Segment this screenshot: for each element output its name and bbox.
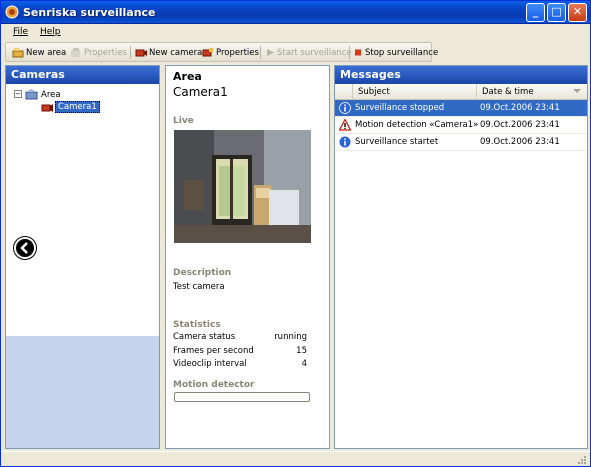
cameras-header: Cameras: [6, 66, 159, 84]
start-surveillance-label: Start surveillance: [277, 47, 352, 58]
status-bar: [1, 451, 590, 466]
back-arrow-icon[interactable]: [14, 237, 36, 259]
details-area-label: Area: [173, 70, 202, 83]
title-bar[interactable]: Senriska surveillance _ □ ✕: [1, 1, 590, 24]
message-row[interactable]: Surveillance startet 09.Oct.2006 23:41: [335, 134, 587, 151]
tree-item-camera1[interactable]: Camera1: [55, 101, 100, 113]
column-header-date[interactable]: Date & time: [476, 84, 587, 100]
camera-properties-label: Properties: [216, 47, 259, 58]
app-icon: [5, 5, 19, 19]
statistics-label: Statistics: [173, 320, 221, 330]
description-label: Description: [173, 268, 232, 278]
tree-collapse-toggle[interactable]: −: [14, 90, 22, 98]
info-icon: [339, 102, 351, 114]
stop-surveillance-button[interactable]: Stop surveillance: [353, 45, 438, 60]
new-area-icon: [12, 48, 24, 58]
main-window: Senriska surveillance _ □ ✕ File Help Ne…: [0, 0, 591, 467]
new-area-button[interactable]: New area: [12, 45, 66, 60]
column-header-date-label: Date & time: [482, 87, 534, 97]
description-value: Test camera: [173, 282, 225, 292]
toolbar-separator: [349, 46, 350, 59]
stop-icon: [355, 49, 361, 56]
column-header-subject[interactable]: Subject: [352, 84, 476, 100]
stat-camera-status-value: running: [274, 332, 307, 342]
messages-header: Messages: [335, 66, 587, 84]
details-panel: Area Camera1 Live Description Test camer…: [165, 65, 330, 449]
new-camera-label: New camera: [149, 47, 203, 58]
warning-icon: [339, 119, 351, 131]
details-content: Area Camera1 Live Description Test camer…: [166, 66, 329, 448]
message-subject: Motion detection «Camera1»: [355, 120, 479, 130]
message-row[interactable]: Surveillance stopped 09.Oct.2006 23:41: [335, 100, 587, 117]
column-header-icon[interactable]: [335, 84, 352, 100]
toolbar-separator: [130, 46, 131, 59]
stat-fps-name: Frames per second: [173, 346, 254, 356]
menu-bar: File Help: [1, 24, 590, 41]
cameras-empty-area: [6, 336, 159, 448]
area-properties-button[interactable]: Properties: [70, 45, 127, 60]
message-row[interactable]: Motion detection «Camera1» 09.Oct.2006 2…: [335, 117, 587, 134]
minimize-button[interactable]: _: [526, 3, 545, 22]
new-camera-button[interactable]: New camera: [135, 45, 202, 60]
new-area-label: New area: [26, 47, 67, 58]
live-label: Live: [173, 116, 194, 126]
menu-file[interactable]: File: [13, 27, 28, 37]
message-subject: Surveillance startet: [355, 137, 439, 147]
info-icon: [339, 136, 351, 148]
camera-properties-icon: [202, 48, 213, 57]
toolbar-separator: [260, 46, 261, 59]
motion-detector-bar: [174, 392, 310, 402]
camera-properties-button[interactable]: Properties: [202, 45, 259, 60]
start-surveillance-button[interactable]: Start surveillance: [265, 45, 352, 60]
tree-item-area[interactable]: Area: [41, 90, 61, 100]
camera-icon: [41, 104, 53, 112]
message-date: 09.Oct.2006 23:41: [480, 103, 560, 113]
properties-icon: [71, 48, 80, 57]
play-icon: [267, 49, 274, 56]
close-button[interactable]: ✕: [568, 3, 587, 22]
stat-fps-value: 15: [296, 346, 307, 356]
message-date: 09.Oct.2006 23:41: [480, 137, 560, 147]
message-date: 09.Oct.2006 23:41: [480, 120, 560, 130]
area-properties-label: Properties: [84, 47, 127, 58]
motion-detector-label: Motion detector: [173, 380, 255, 390]
new-camera-icon: [135, 49, 147, 57]
messages-panel: Messages Subject Date & time Surveillanc…: [334, 65, 588, 449]
resize-grip-icon[interactable]: [576, 454, 587, 465]
sort-arrow-icon: [573, 89, 581, 93]
live-video-feed: [174, 130, 311, 243]
message-subject: Surveillance stopped: [355, 103, 445, 113]
toolbar: New area Properties New camera Propertie…: [5, 42, 438, 62]
stat-camera-status-name: Camera status: [173, 332, 236, 342]
stop-surveillance-label: Stop surveillance: [365, 47, 439, 58]
stat-videoclip-value: 4: [301, 359, 307, 369]
window-title: Senriska surveillance: [23, 6, 156, 19]
chevron-left-icon: [20, 242, 28, 254]
menu-help[interactable]: Help: [40, 27, 61, 37]
details-camera-name: Camera1: [173, 85, 228, 99]
area-icon: [25, 89, 38, 100]
maximize-button[interactable]: □: [547, 3, 566, 22]
stat-videoclip-name: Videoclip interval: [173, 359, 247, 369]
